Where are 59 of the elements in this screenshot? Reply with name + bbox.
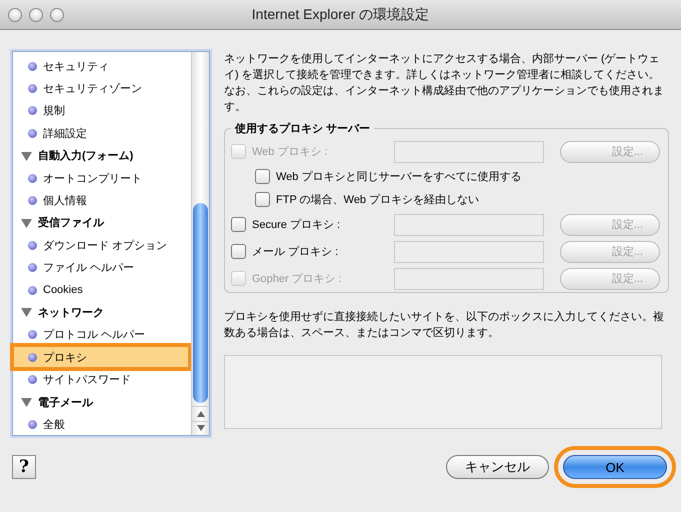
scroll-down-icon[interactable] xyxy=(196,425,204,432)
checkbox-label: Web プロキシ : xyxy=(252,144,329,159)
sidebar-group[interactable]: 受信ファイル xyxy=(38,215,104,230)
disclosure-triangle-icon[interactable] xyxy=(21,397,32,408)
sidebar-item[interactable]: ダウンロード オプション xyxy=(13,234,189,257)
bullet-icon xyxy=(28,84,37,94)
bullet-icon xyxy=(28,62,37,71)
bullet-icon xyxy=(28,106,37,116)
sidebar-item[interactable]: 個人情報 xyxy=(13,189,189,212)
checkbox[interactable] xyxy=(255,169,270,184)
checkbox[interactable] xyxy=(231,217,246,232)
bullet-icon xyxy=(28,420,37,429)
bullet-icon xyxy=(28,196,37,206)
bullet-icon xyxy=(28,174,37,183)
sidebar-item[interactable]: セキュリティ xyxy=(13,55,189,78)
cancel-button[interactable]: キャンセル xyxy=(446,455,549,479)
bullet-icon xyxy=(28,263,37,272)
checkbox-label: Web プロキシと同じサーバーをすべてに使用する xyxy=(276,170,522,184)
bypass-sites-field[interactable] xyxy=(224,355,662,429)
proxy-address-field[interactable] xyxy=(394,240,544,262)
sidebar-item[interactable]: プロトコル ヘルパー xyxy=(13,324,189,346)
bullet-icon xyxy=(28,240,37,250)
zoom-button[interactable] xyxy=(50,8,64,22)
checkbox-label: FTP の場合、Web プロキシを経由しない xyxy=(276,192,480,207)
disclosure-triangle-icon[interactable] xyxy=(21,307,32,318)
checkbox-label: メール プロキシ : xyxy=(252,244,340,259)
sidebar-item[interactable]: オートコンプリート xyxy=(13,166,189,190)
bullet-icon xyxy=(28,375,37,384)
disclosure-triangle-icon[interactable] xyxy=(21,218,32,228)
sidebar-item[interactable]: ファイル ヘルパー xyxy=(13,256,189,279)
proxy-address-field[interactable] xyxy=(394,214,544,236)
sidebar-item[interactable]: セキュリティゾーン xyxy=(13,77,189,100)
scrollbar[interactable] xyxy=(191,52,209,435)
checkbox-label: Gopher プロキシ : xyxy=(252,272,343,286)
window-title: Internet Explorer の環境設定 xyxy=(250,6,430,24)
sidebar-item[interactable]: 全般 xyxy=(13,413,189,436)
checkbox[interactable] xyxy=(231,244,246,259)
sidebar-item[interactable]: Cookies xyxy=(13,278,189,302)
bullet-icon xyxy=(28,352,37,362)
sidebar-group[interactable]: ネットワーク xyxy=(38,304,104,320)
minimize-button[interactable] xyxy=(29,8,43,22)
bypass-note: プロキシを使用せずに直接接続したいサイトを、以下のボックスに入力してください。複数ある場合は、スペース、またはコンマで区切ります。 xyxy=(224,310,664,341)
close-button[interactable] xyxy=(8,8,22,22)
sidebar-item[interactable]: プロキシ xyxy=(13,346,189,368)
sidebar-item[interactable]: 規制 xyxy=(13,100,189,122)
group-title: 使用するプロキシ サーバー xyxy=(234,122,372,136)
bullet-icon xyxy=(28,128,37,138)
sidebar-group[interactable]: 自動入力(フォーム) xyxy=(38,148,134,164)
sidebar-item[interactable]: サイトパスワード xyxy=(13,368,189,391)
scroll-up-icon[interactable] xyxy=(196,410,204,417)
help-button[interactable]: ? xyxy=(12,455,36,479)
sidebar-item[interactable]: 詳細設定 xyxy=(13,122,189,145)
disclosure-triangle-icon[interactable] xyxy=(21,150,32,161)
checkbox[interactable] xyxy=(255,192,270,207)
checkbox-label: Secure プロキシ : xyxy=(252,218,342,232)
bullet-icon xyxy=(28,330,37,340)
sidebar-group[interactable]: 電子メール xyxy=(38,394,93,410)
description-text: ネットワークを使用してインターネットにアクセスする場合、内部サーバー (ゲートウェイ) を選択して接続を管理できます。詳しくはネットワーク管理者に相談してください。なお、これらの設定は、インターネット構成経由で他のアプリケーションでも使用されます。 xyxy=(224,52,664,115)
bullet-icon xyxy=(28,286,37,295)
